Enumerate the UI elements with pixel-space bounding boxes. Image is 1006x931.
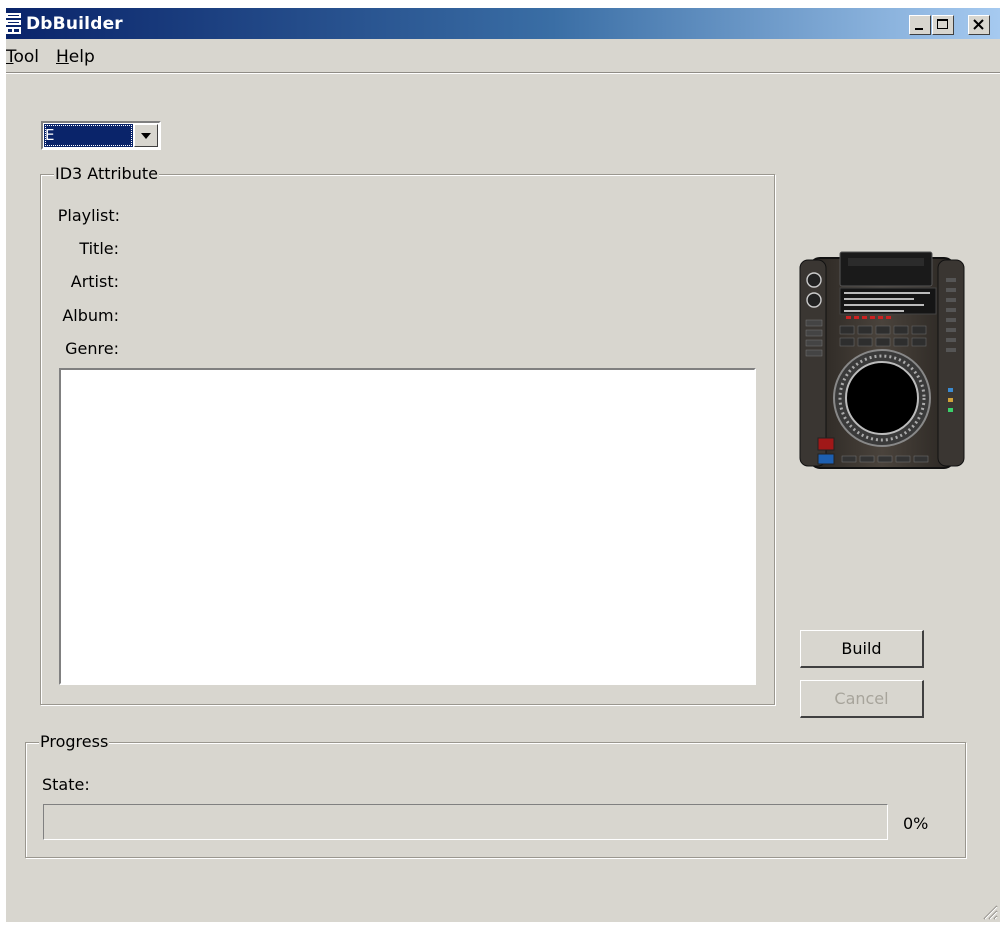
album-label: Album:	[62, 306, 119, 325]
title-bar[interactable]: DbBuilder	[6, 8, 1000, 39]
close-button[interactable]	[968, 15, 990, 35]
resize-grip-icon[interactable]	[980, 902, 998, 920]
genre-label: Genre:	[65, 339, 119, 358]
title-label: Title:	[79, 239, 119, 258]
state-label: State:	[42, 775, 90, 794]
drive-select-value: E	[44, 124, 133, 147]
progress-bar	[43, 804, 888, 840]
maximize-icon	[937, 19, 948, 29]
menu-help-accelerator: H	[56, 47, 69, 67]
cd-player-device-image	[799, 251, 965, 469]
minimize-icon	[915, 28, 923, 30]
progress-percent: 0%	[903, 814, 929, 833]
track-list[interactable]	[59, 368, 756, 685]
menu-tool-label: ool	[13, 47, 40, 67]
menu-help[interactable]: Help	[56, 47, 95, 67]
menu-tool-accelerator: T	[6, 47, 14, 67]
playlist-label: Playlist:	[57, 206, 120, 225]
dbbuilder-window: DbBuilder Tool Help E ID3 Attribute Play…	[6, 8, 1000, 922]
minimize-button[interactable]	[909, 15, 931, 35]
menu-bar: Tool Help	[6, 42, 1000, 72]
drive-select[interactable]: E	[41, 121, 161, 150]
build-button[interactable]: Build	[800, 630, 924, 668]
menu-help-label: elp	[68, 47, 95, 67]
maximize-button[interactable]	[932, 15, 954, 35]
progress-group-label: Progress	[39, 732, 110, 751]
window-title: DbBuilder	[26, 14, 123, 34]
progress-group: Progress	[25, 732, 966, 858]
artist-label: Artist:	[70, 272, 119, 291]
cancel-button[interactable]: Cancel	[800, 680, 924, 718]
db-app-icon	[6, 13, 21, 34]
menu-separator	[6, 72, 1000, 74]
id3-group-label: ID3 Attribute	[54, 164, 159, 183]
chevron-down-icon	[141, 133, 151, 139]
drive-select-dropdown-button[interactable]	[134, 124, 158, 147]
close-icon	[973, 19, 984, 30]
menu-tool[interactable]: Tool	[6, 47, 39, 67]
